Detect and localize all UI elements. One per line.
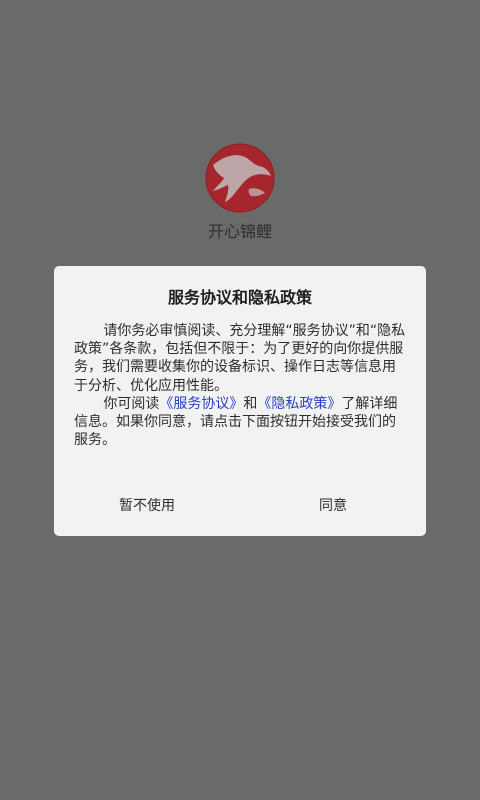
dialog-body: 请你务必审慎阅读、充分理解“服务协议”和“隐私政策”各条款，包括但不限于：为了更…: [74, 322, 406, 449]
agreement-paragraph: 请你务必审慎阅读、充分理解“服务协议”和“隐私政策”各条款，包括但不限于：为了更…: [74, 323, 406, 394]
service-agreement-link[interactable]: 《服务协议》: [159, 396, 243, 412]
dialog-title: 服务协议和隐私政策: [167, 288, 312, 307]
links-prefix: 你可阅读: [103, 395, 160, 412]
dialog-actions: 暂不使用 同意: [54, 490, 426, 520]
accept-button[interactable]: 同意: [240, 490, 426, 520]
privacy-policy-dialog: 服务协议和隐私政策 请你务必审慎阅读、充分理解“服务协议”和“隐私政策”各条款，…: [54, 266, 426, 536]
decline-button[interactable]: 暂不使用: [54, 490, 240, 520]
app-name: 开心锦鲤: [207, 222, 272, 241]
links-paragraph: 你可阅读《服务协议》和《隐私政策》了解详细信息。如果你同意，请点击下面按钮开始接…: [74, 395, 406, 450]
koi-logo-icon: [205, 143, 275, 213]
links-middle: 和: [243, 395, 258, 412]
privacy-policy-link[interactable]: 《隐私政策》: [257, 396, 341, 412]
